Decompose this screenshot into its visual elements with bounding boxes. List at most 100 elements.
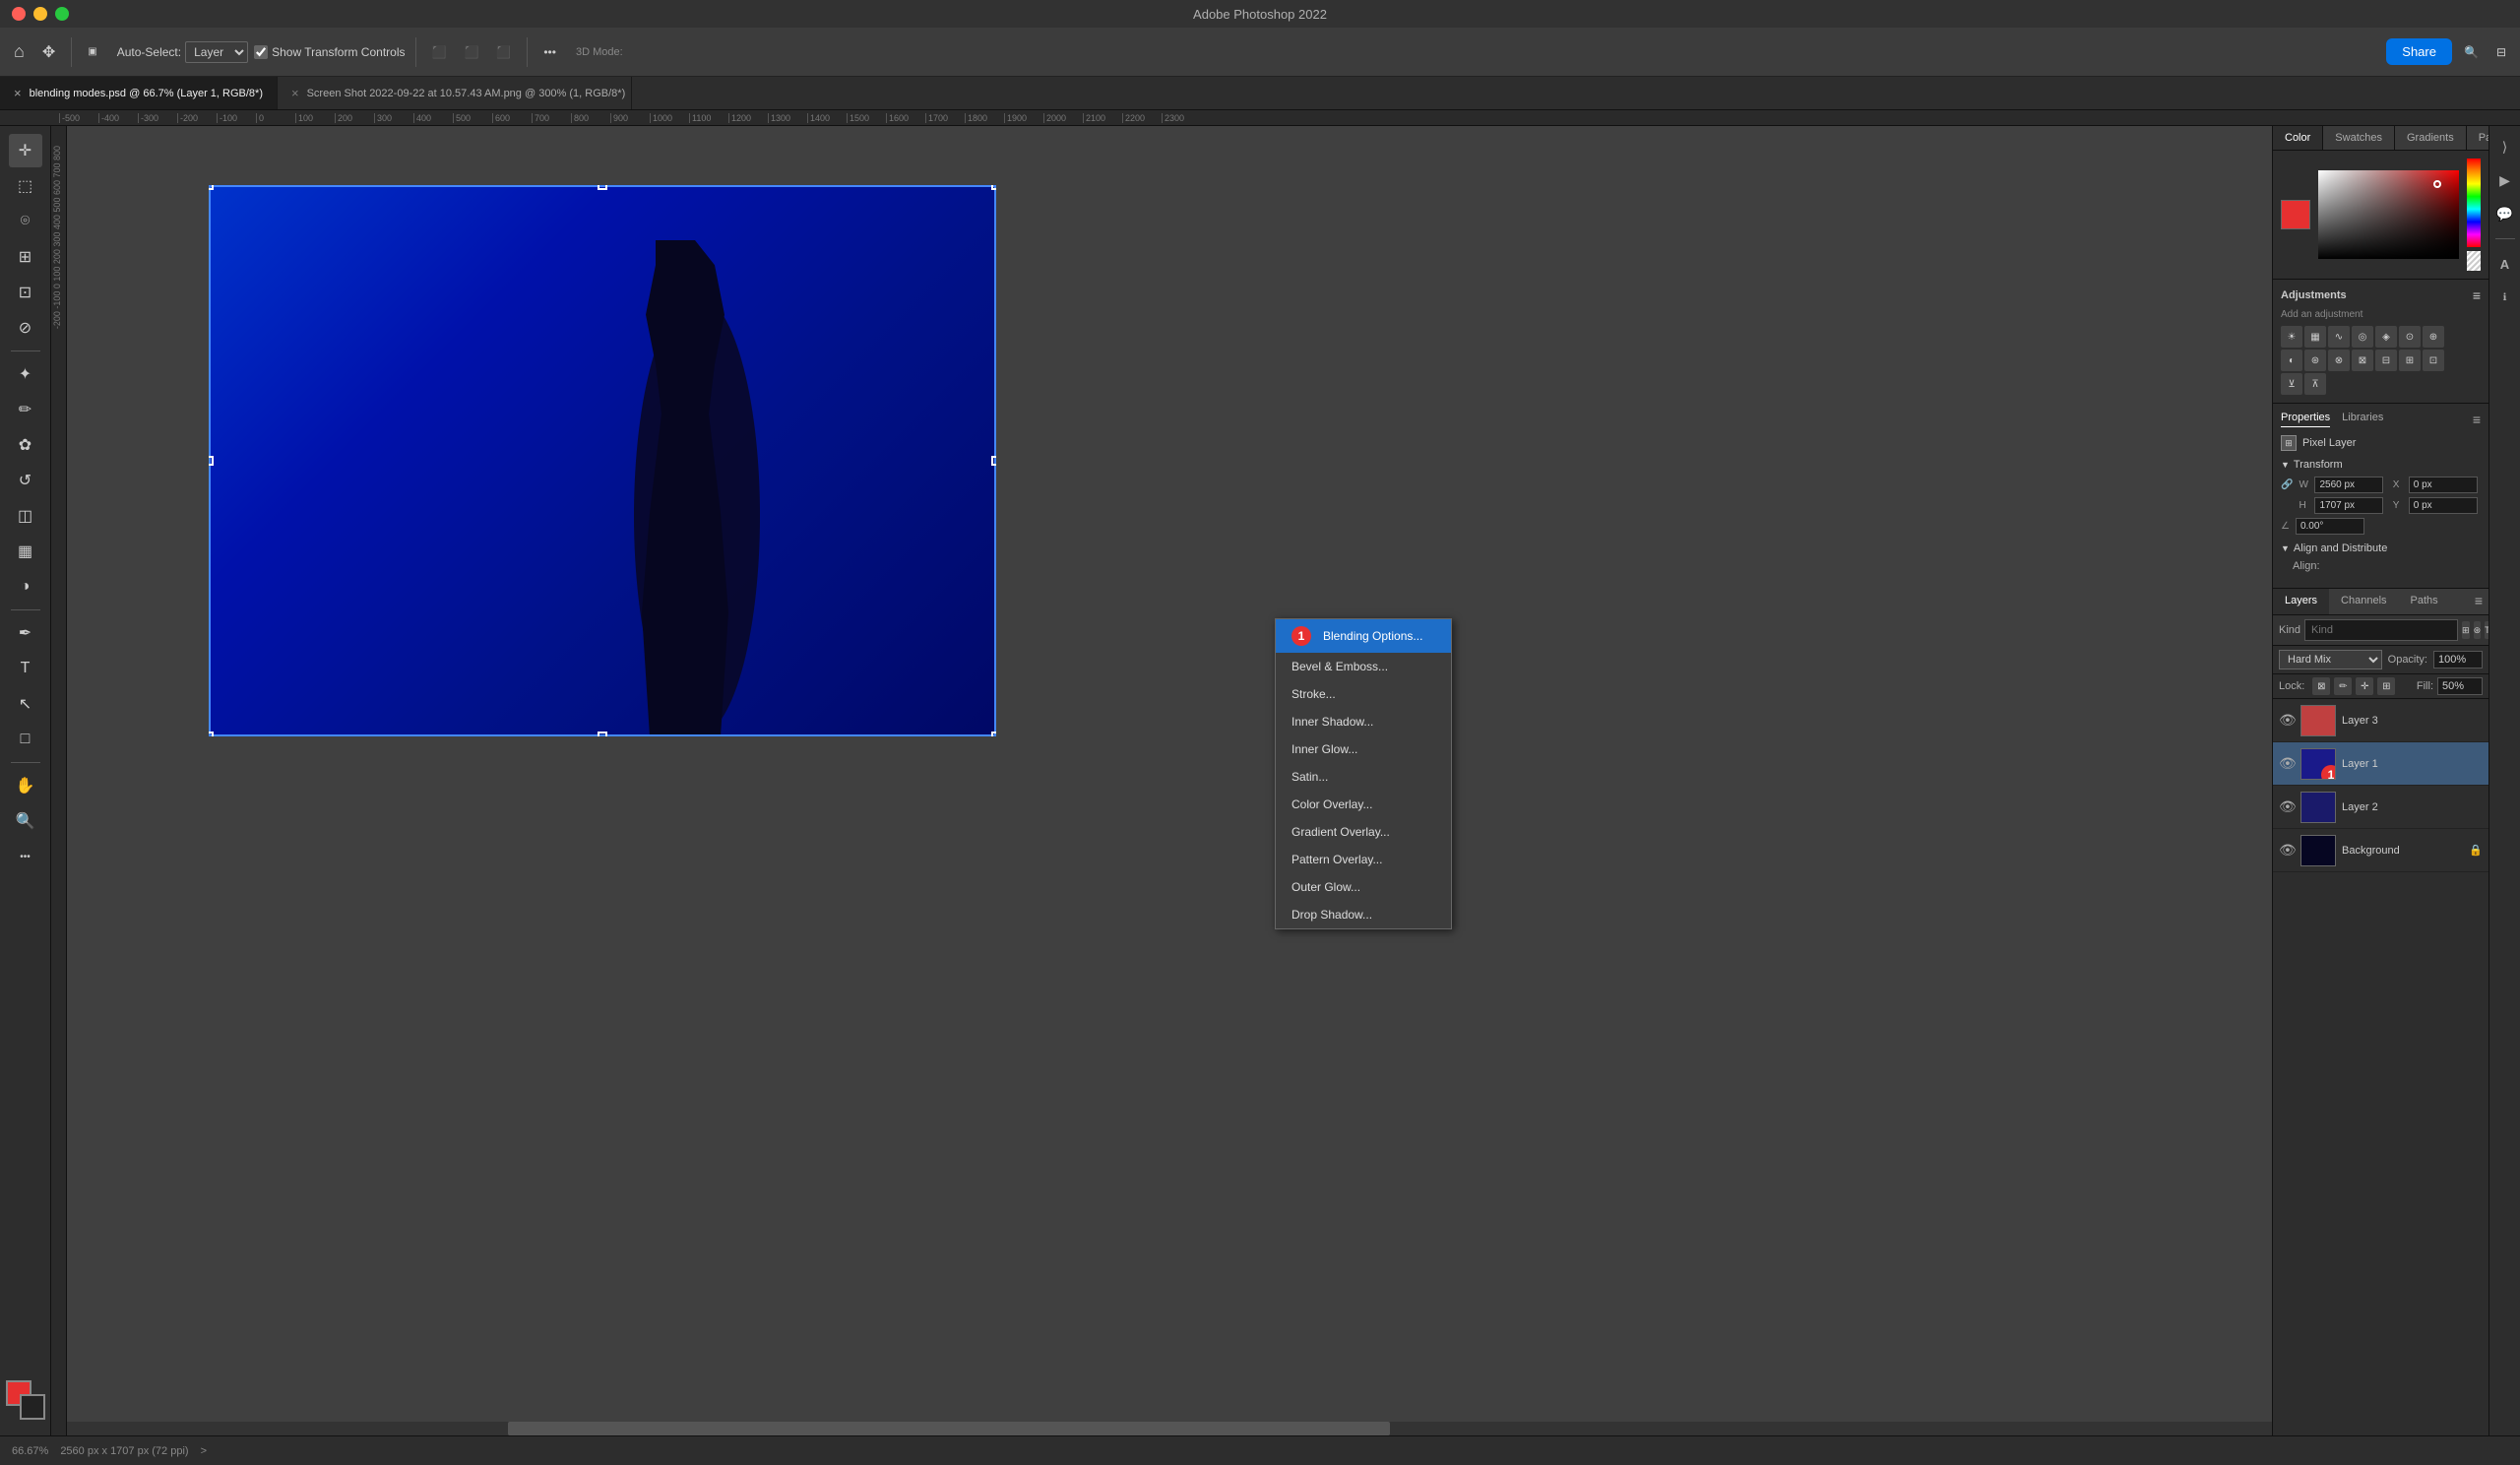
eraser-tool[interactable]: ◫ — [9, 499, 42, 533]
tab-gradients[interactable]: Gradients — [2395, 126, 2467, 150]
text-tool[interactable]: T — [9, 652, 42, 685]
visibility-layer2[interactable]: 👁 — [2279, 798, 2295, 815]
chat-button[interactable]: 💬 — [2492, 201, 2518, 226]
play-button[interactable]: ▶ — [2492, 167, 2518, 193]
move-tool[interactable]: ✛ — [9, 134, 42, 167]
info-button[interactable]: ℹ — [2492, 285, 2518, 310]
tab-layers[interactable]: Layers — [2273, 589, 2329, 614]
share-button[interactable]: Share — [2386, 38, 2452, 65]
minimize-button[interactable] — [33, 7, 47, 21]
extra-tools-button[interactable]: ••• — [9, 840, 42, 873]
maximize-button[interactable] — [55, 7, 69, 21]
color-balance-adj[interactable]: ⊕ — [2423, 326, 2444, 348]
context-menu-item-outer-glow[interactable]: Outer Glow... — [1276, 873, 1451, 901]
layers-search[interactable] — [2304, 619, 2458, 641]
selection-option-button[interactable]: ▣ — [82, 42, 102, 61]
black-white-adj[interactable]: ◐ — [2281, 350, 2302, 371]
context-menu-item-color-overlay[interactable]: Color Overlay... — [1276, 791, 1451, 818]
zoom-tool[interactable]: 🔍 — [9, 804, 42, 838]
selection-handle-bottom-middle[interactable] — [598, 732, 607, 736]
channel-mixer-adj[interactable]: ⊗ — [2328, 350, 2350, 371]
x-input[interactable] — [2409, 477, 2478, 493]
context-menu-item-bevel-emboss[interactable]: Bevel & Emboss... — [1276, 653, 1451, 680]
tab-close-1[interactable]: × — [14, 86, 22, 100]
tab-color[interactable]: Color — [2273, 126, 2323, 150]
lasso-tool[interactable]: ⌾ — [9, 205, 42, 238]
more-options-button[interactable]: ••• — [537, 41, 562, 63]
selection-handle-top-left[interactable] — [209, 185, 214, 190]
levels-adj[interactable]: ▦ — [2304, 326, 2326, 348]
layer-item-layer1[interactable]: 👁 1 Layer 1 — [2273, 742, 2488, 786]
align-center-button[interactable]: ⬛ — [458, 41, 484, 63]
selective-color-adj[interactable]: ⊼ — [2304, 373, 2326, 395]
crop-tool[interactable]: ⊡ — [9, 276, 42, 309]
panels-button[interactable]: ⊟ — [2490, 41, 2512, 63]
photo-filter-adj[interactable]: ⊛ — [2304, 350, 2326, 371]
home-button[interactable]: ⌂ — [8, 37, 31, 66]
history-brush-tool[interactable]: ↺ — [9, 464, 42, 497]
brush-tool[interactable]: ✏ — [9, 393, 42, 426]
move-tool-button[interactable]: ✥ — [36, 38, 61, 66]
angle-input[interactable] — [2296, 518, 2364, 535]
tab-screenshot[interactable]: × Screen Shot 2022-09-22 at 10.57.43 AM.… — [278, 77, 632, 109]
transform-controls-checkbox[interactable] — [254, 45, 268, 59]
lock-artboard-button[interactable]: ⊞ — [2377, 677, 2395, 695]
tab-close-2[interactable]: × — [291, 86, 299, 100]
color-gradient-handle[interactable] — [2433, 180, 2441, 188]
search-button[interactable]: 🔍 — [2458, 41, 2485, 63]
context-menu-item-satin[interactable]: Satin... — [1276, 763, 1451, 791]
selection-handle-middle-right[interactable] — [991, 456, 996, 466]
align-left-button[interactable]: ⬛ — [426, 41, 453, 63]
background-color[interactable] — [20, 1394, 45, 1420]
invert-adj[interactable]: ⊟ — [2375, 350, 2397, 371]
horizontal-scrollbar[interactable] — [67, 1422, 2272, 1435]
layer-item-layer2[interactable]: 👁 Layer 2 — [2273, 786, 2488, 829]
threshold-adj[interactable]: ⊡ — [2423, 350, 2444, 371]
context-menu-item-blending-options[interactable]: 1 Blending Options... — [1276, 619, 1451, 653]
pen-tool[interactable]: ✒ — [9, 616, 42, 650]
auto-select-dropdown[interactable]: Layer Group — [185, 41, 248, 63]
path-selection-tool[interactable]: ↖ — [9, 687, 42, 721]
selection-handle-middle-left[interactable] — [209, 456, 214, 466]
selection-handle-bottom-left[interactable] — [209, 732, 214, 736]
eyedropper-tool[interactable]: ⊘ — [9, 311, 42, 345]
fill-input[interactable] — [2437, 677, 2483, 695]
selection-handle-top-right[interactable] — [991, 185, 996, 190]
context-menu-item-stroke[interactable]: Stroke... — [1276, 680, 1451, 708]
selection-handle-bottom-right[interactable] — [991, 732, 996, 736]
exposure-adj[interactable]: ◎ — [2352, 326, 2373, 348]
tab-libraries[interactable]: Libraries — [2342, 412, 2383, 427]
lock-paint-button[interactable]: ✏ — [2334, 677, 2352, 695]
opacity-input[interactable] — [2433, 651, 2483, 669]
layer-item-layer3[interactable]: 👁 Layer 3 — [2273, 699, 2488, 742]
color-hue-strip[interactable] — [2467, 159, 2481, 247]
blend-mode-dropdown[interactable]: Hard Mix Normal Multiply Screen Overlay … — [2279, 650, 2382, 669]
align-header[interactable]: ▼ Align and Distribute — [2281, 542, 2481, 554]
align-right-button[interactable]: ⬛ — [490, 41, 517, 63]
hand-tool[interactable]: ✋ — [9, 769, 42, 802]
tab-swatches[interactable]: Swatches — [2323, 126, 2395, 150]
healing-brush-tool[interactable]: ✦ — [9, 357, 42, 391]
tab-paths[interactable]: Paths — [2399, 589, 2450, 614]
context-menu-item-pattern-overlay[interactable]: Pattern Overlay... — [1276, 846, 1451, 873]
vibrance-adj[interactable]: ◈ — [2375, 326, 2397, 348]
color-alpha-strip[interactable] — [2467, 251, 2481, 271]
tab-channels[interactable]: Channels — [2329, 589, 2398, 614]
width-input[interactable] — [2314, 477, 2383, 493]
scroll-thumb-horizontal[interactable] — [508, 1422, 1390, 1435]
visibility-background[interactable]: 👁 — [2279, 842, 2295, 859]
color-preview[interactable] — [2281, 200, 2310, 229]
layers-menu[interactable]: ≡ — [2469, 589, 2488, 614]
height-input[interactable] — [2314, 497, 2383, 514]
transform-header[interactable]: ▼ Transform — [2281, 459, 2481, 471]
rectangular-marquee-tool[interactable]: ⬚ — [9, 169, 42, 203]
dodge-tool[interactable]: ◑ — [9, 570, 42, 604]
canvas-area[interactable]: -200 -100 0 100 200 300 400 500 600 700 … — [51, 126, 2272, 1435]
context-menu-item-inner-shadow[interactable]: Inner Shadow... — [1276, 708, 1451, 735]
lock-pixels-button[interactable]: ⊠ — [2312, 677, 2330, 695]
visibility-layer3[interactable]: 👁 — [2279, 712, 2295, 729]
lock-position-button[interactable]: ✛ — [2356, 677, 2373, 695]
object-select-tool[interactable]: ⊞ — [9, 240, 42, 274]
clone-stamp-tool[interactable]: ✿ — [9, 428, 42, 462]
layer-item-background[interactable]: 👁 Background 🔒 — [2273, 829, 2488, 872]
